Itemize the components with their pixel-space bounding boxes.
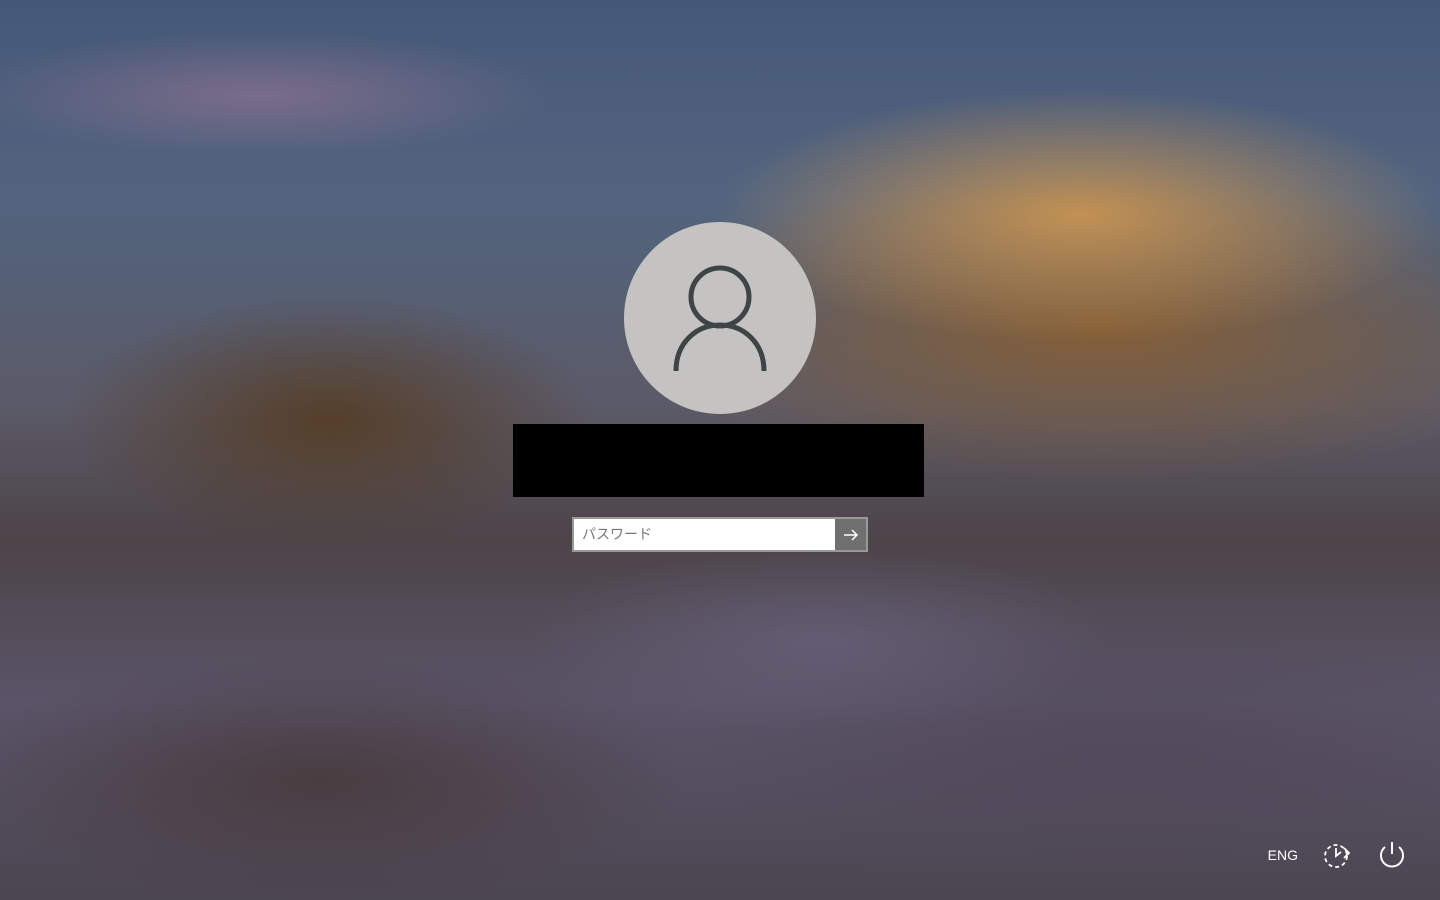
- lock-screen-background: ENG: [0, 0, 1440, 900]
- user-avatar: [624, 222, 816, 414]
- power-button[interactable]: [1374, 837, 1410, 873]
- username-redacted: [513, 424, 924, 497]
- password-box: [572, 517, 868, 552]
- password-input[interactable]: [574, 519, 835, 550]
- ease-of-access-icon: [1324, 844, 1351, 868]
- ease-of-access-button[interactable]: [1318, 837, 1354, 873]
- power-icon: [1380, 842, 1404, 868]
- bottom-bar: ENG: [1268, 836, 1410, 874]
- arrow-right-icon: [843, 528, 858, 541]
- user-icon: [673, 265, 767, 372]
- language-indicator[interactable]: ENG: [1268, 847, 1298, 863]
- submit-button[interactable]: [835, 519, 866, 550]
